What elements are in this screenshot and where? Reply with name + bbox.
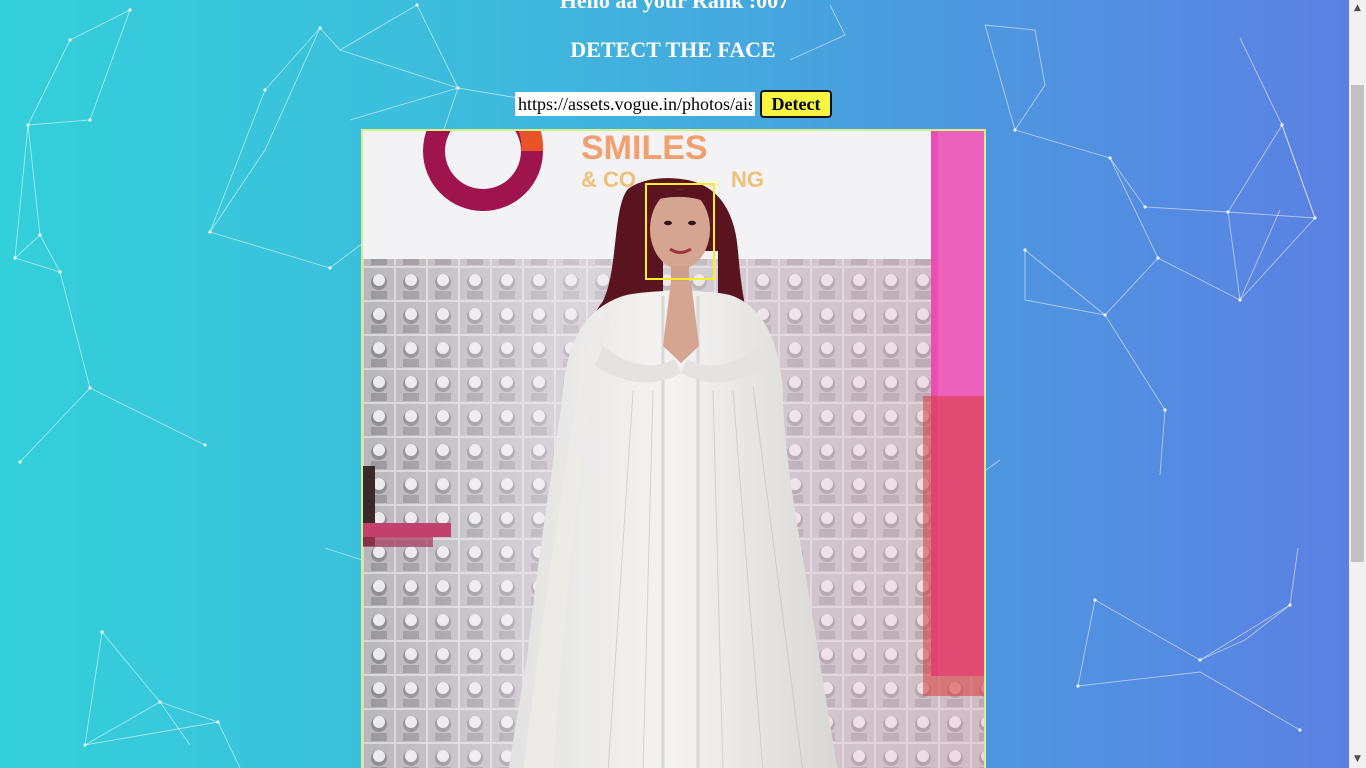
image-url-input[interactable] xyxy=(515,92,755,116)
banner-text-co: & CO xyxy=(581,167,636,192)
banner-text-ng: NG xyxy=(731,167,764,192)
face-detection-box xyxy=(645,183,715,280)
vertical-scrollbar[interactable]: ▲ ▼ xyxy=(1349,0,1366,768)
photo-frame: SMILES & CO NG xyxy=(361,129,986,768)
banner-text-smiles: SMILES xyxy=(581,131,708,167)
greeting-text: Hello aa your Rank :007 xyxy=(559,0,790,13)
scroll-up-arrow-icon[interactable]: ▲ xyxy=(1349,0,1366,17)
face-detect-page: Hello aa your Rank :007 DETECT THE FACE … xyxy=(0,0,1349,768)
page-title: DETECT THE FACE xyxy=(570,37,776,62)
detect-button[interactable]: Detect xyxy=(760,90,832,118)
scroll-down-arrow-icon[interactable]: ▼ xyxy=(1349,751,1366,768)
scrollbar-thumb[interactable] xyxy=(1351,85,1364,562)
